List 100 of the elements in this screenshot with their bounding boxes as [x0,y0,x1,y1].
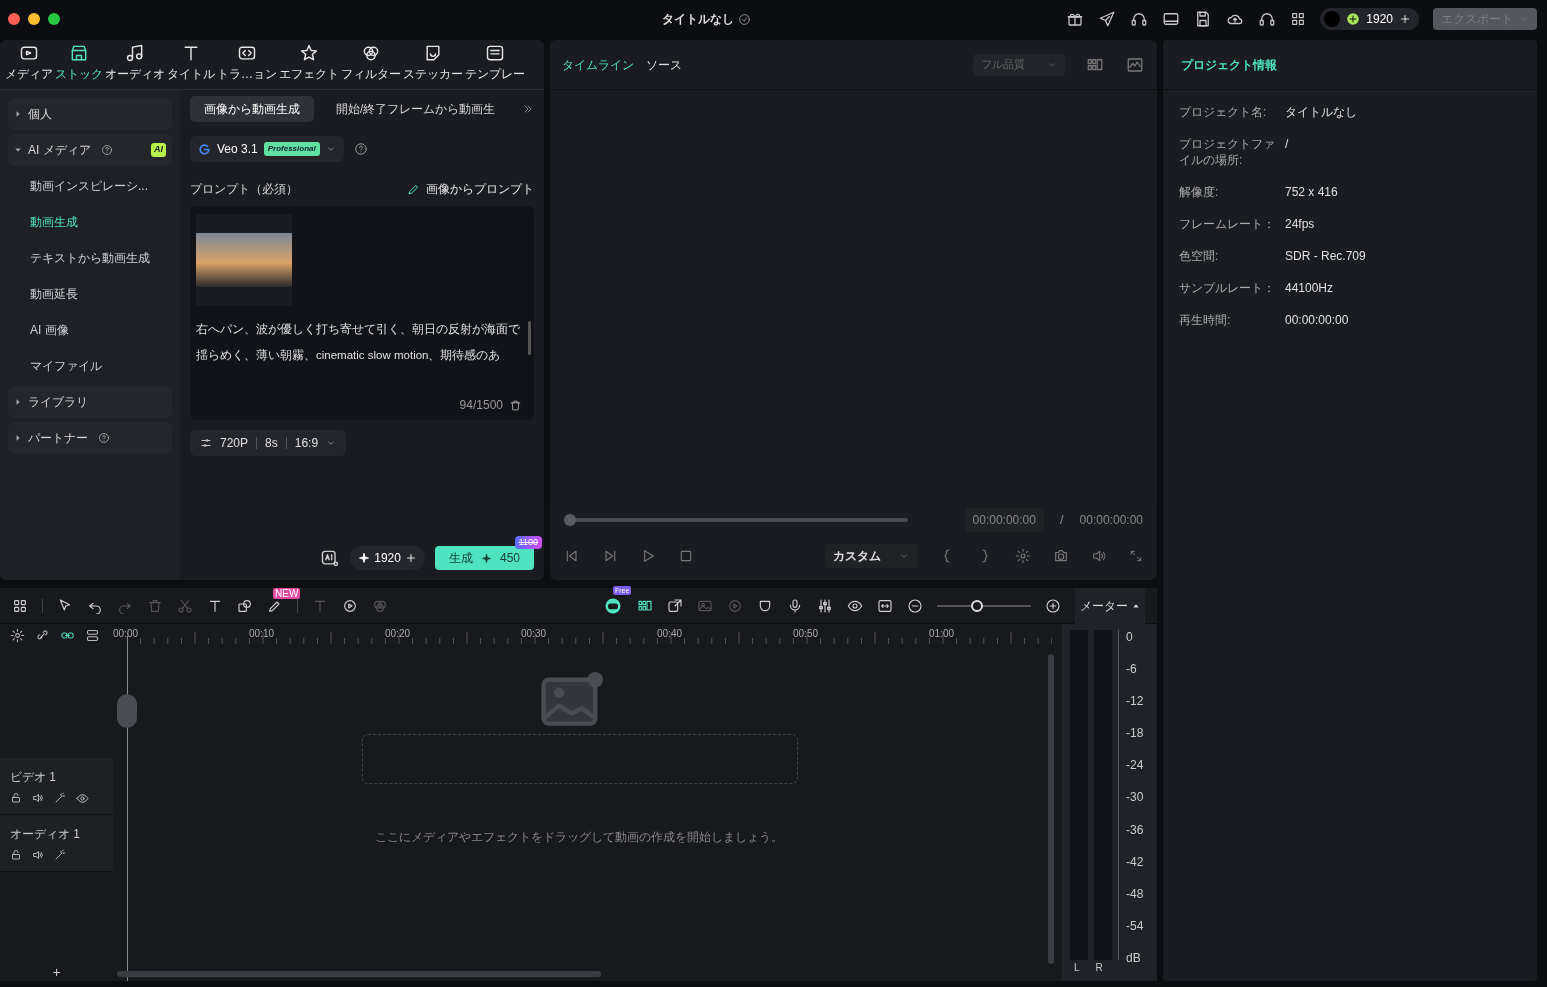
generator-tab[interactable]: 開始/終了フレームから動画生 [322,96,510,122]
media-tab[interactable]: ストック [54,43,104,83]
preview-tab[interactable]: タイムライン [562,55,634,74]
media-tab[interactable]: オーディオ [104,43,166,83]
trash-icon[interactable] [509,398,522,412]
select-cursor-icon[interactable] [57,597,73,614]
g-logo-icon [198,142,211,156]
sidebar-group[interactable]: AI メディア AI [8,134,172,166]
shapes-icon[interactable] [237,597,253,614]
close-button[interactable] [8,13,20,25]
prompt-text: 揺らめく、薄い朝霧、cinematic slow motion、期待感のあ [196,348,501,363]
vertical-scrollbar[interactable] [1048,654,1054,964]
video-settings-dropdown[interactable]: 720P 8s 16:9 [190,430,347,456]
playhead-handle[interactable] [117,694,137,728]
speaker-icon[interactable] [32,791,44,804]
playback-track[interactable] [564,514,908,526]
layout-grid-icon[interactable] [12,597,28,614]
credits-button[interactable]: 1920 [350,546,425,570]
help-icon[interactable] [353,142,368,156]
media-tab[interactable]: タイトル [166,43,216,83]
minimize-button[interactable] [28,13,40,25]
lock-icon[interactable] [10,791,22,804]
microphone-icon[interactable] [787,597,803,614]
info-label: プロジェクト名: [1179,104,1268,120]
headphones-icon[interactable] [1258,10,1277,28]
sidebar-item[interactable]: 動画インスピレーシ... [8,170,172,202]
media-tab[interactable]: テンプレー [464,43,526,83]
add-track-button[interactable]: + [52,965,61,979]
ruler-label: 01:00 [929,627,956,641]
plus-icon [404,552,417,564]
playback-thumb[interactable] [564,514,576,526]
ai-badge: AI [151,143,166,157]
media-tab[interactable]: エフェクト [278,43,340,83]
ruler-label: 00:40 [657,627,684,641]
mixer-icon[interactable] [817,597,833,614]
meter-toggle[interactable]: メーター [1075,587,1145,624]
generator-tab[interactable]: 画像から動画生成 [190,96,314,122]
stop-icon[interactable] [678,548,694,564]
zoom-button[interactable] [48,13,60,25]
lock-icon[interactable] [10,849,22,861]
horizontal-scrollbar[interactable] [117,971,601,977]
meter-scale-label: -18 [1126,726,1144,741]
sidebar-item[interactable]: 動画生成 [8,206,172,238]
preview-tab[interactable]: ソース [646,55,682,74]
media-tab[interactable]: フィルター [340,43,402,83]
eye-icon[interactable] [76,791,89,805]
media-tab[interactable]: トラ…ョン [216,43,278,83]
sparkle-icon [358,552,371,564]
more-tabs-icon[interactable] [522,103,534,115]
fit-width-icon[interactable] [877,597,893,614]
sidebar-item[interactable]: 動画延長 [8,278,172,310]
total-time: 00:00:00:00 [1079,512,1143,529]
sidebar-item[interactable]: マイファイル [8,350,172,382]
layout-icon[interactable] [1162,10,1181,28]
zoom-out-icon[interactable] [907,597,923,614]
waveform-monitor-icon[interactable] [1125,55,1145,74]
info-value: 44100Hz [1285,280,1334,296]
sidebar-group[interactable]: パートナー [8,422,172,454]
apps-icon[interactable] [1290,11,1307,27]
next-frame-icon[interactable] [602,548,618,564]
sidebar-item[interactable]: テキストから動画生成 [8,242,172,274]
scrollbar-thumb[interactable] [528,321,531,355]
fullscreen-icon[interactable] [1129,549,1143,563]
info-label: サンプルレート： [1179,280,1276,296]
magic-wand-icon[interactable] [54,849,66,861]
sidebar-group[interactable]: 個人 [8,98,172,130]
speaker-icon[interactable] [1091,548,1107,564]
professional-badge: Professional [263,142,320,156]
model-dropdown[interactable]: Veo 3.1 Professional [190,136,344,162]
prompt-box[interactable]: 右へパン、波が優しく打ち寄せて引く、朝日の反射が海面で 揺らめく、薄い朝霧、cinematic slow motion、期待感のあ 94/1500 [190,206,534,420]
channel-label: L [1074,961,1080,975]
media-tab[interactable]: ステッカー [402,43,464,83]
export-frame-icon[interactable] [667,597,683,614]
drop-hint: ここにメディアやエフェクトをドラッグして動画の作成を開始しましょう。 [375,829,783,846]
caret-icon [899,551,909,561]
zoom-in-icon[interactable] [1045,597,1061,614]
sidebar-item[interactable]: AI 画像 [8,314,172,346]
track-manager-icon[interactable] [85,627,100,643]
zoom-dropdown[interactable]: カスタム [825,544,917,568]
send-icon[interactable] [1098,10,1117,28]
camera-icon[interactable] [1053,548,1069,564]
sidebar-group[interactable]: ライブラリ [8,386,172,418]
ruler-label: 00:10 [249,627,276,641]
settings-icon[interactable] [1015,548,1031,564]
video-setting: 8s [265,435,278,452]
zoom-track[interactable] [937,599,1031,612]
media-tab[interactable]: メディア [4,43,54,83]
music-note-icon [125,43,145,63]
magic-wand-icon[interactable] [54,791,66,804]
image-to-prompt-button[interactable]: 画像からプロンプト [406,180,534,198]
track-settings-icon[interactable] [10,627,25,643]
template-icon [485,43,505,63]
previous-frame-icon[interactable] [564,548,580,564]
zoom-slider-thumb[interactable] [970,599,983,612]
generate-button[interactable]: 生成 450 [434,546,534,570]
ai-image-icon[interactable] [320,548,341,568]
speaker-icon[interactable] [32,849,44,861]
info-value: 24fps [1285,216,1315,232]
credits-pill[interactable]: 1920 [1320,8,1419,30]
headset-icon[interactable] [1130,10,1149,28]
